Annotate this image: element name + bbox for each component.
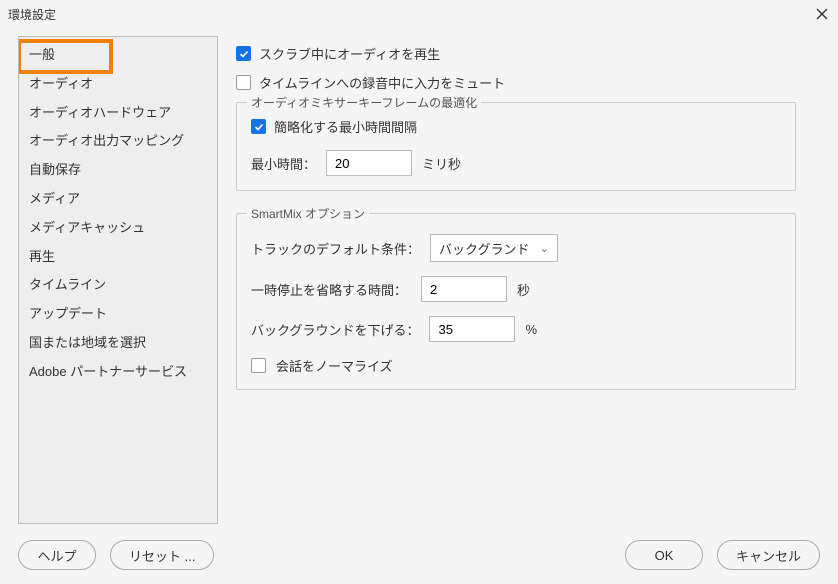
help-button[interactable]: ヘルプ — [18, 540, 96, 570]
reduce-checkbox[interactable] — [251, 119, 266, 134]
sidebar-item-audio-output-mapping[interactable]: オーディオ出力マッピング — [19, 127, 217, 156]
sidebar-item-timeline[interactable]: タイムライン — [19, 271, 217, 300]
scrub-audio-label: スクラブ中にオーディオを再生 — [259, 44, 440, 63]
min-time-unit: ミリ秒 — [422, 154, 461, 173]
min-time-label: 最小時間： — [251, 154, 316, 173]
sidebar-item-partner-services[interactable]: Adobe パートナーサービス — [19, 358, 217, 387]
scrub-audio-checkbox[interactable] — [236, 46, 251, 61]
sidebar-item-media-cache[interactable]: メディアキャッシュ — [19, 214, 217, 243]
bg-down-input[interactable] — [429, 316, 515, 342]
sidebar-item-updates[interactable]: アップデート — [19, 300, 217, 329]
sidebar-item-playback[interactable]: 再生 — [19, 243, 217, 272]
sidebar-item-general[interactable]: 一般 — [19, 41, 217, 70]
ok-button[interactable]: OK — [625, 540, 703, 570]
sidebar-item-region[interactable]: 国または地域を選択 — [19, 329, 217, 358]
pause-skip-input[interactable] — [421, 276, 507, 302]
bg-down-label: バックグラウンドを下げる： — [251, 320, 419, 339]
normalize-checkbox[interactable] — [251, 358, 266, 373]
min-time-input[interactable] — [326, 150, 412, 176]
track-default-select[interactable]: バックグランド ⌄ — [430, 234, 558, 262]
bg-down-unit: % — [525, 322, 537, 337]
mute-input-label: タイムラインへの録音中に入力をミュート — [259, 73, 505, 92]
pause-skip-unit: 秒 — [517, 280, 530, 299]
sidebar-item-audio[interactable]: オーディオ — [19, 70, 217, 99]
reset-button[interactable]: リセット ... — [110, 540, 214, 570]
sidebar-item-audio-hardware[interactable]: オーディオハードウェア — [19, 99, 217, 128]
sidebar-item-media[interactable]: メディア — [19, 185, 217, 214]
sidebar: 一般 オーディオ オーディオハードウェア オーディオ出力マッピング 自動保存 メ… — [18, 36, 218, 524]
main-panel: スクラブ中にオーディオを再生 タイムラインへの録音中に入力をミュート オーディオ… — [236, 36, 824, 524]
reduce-label: 簡略化する最小時間間隔 — [274, 117, 417, 136]
pause-skip-label: 一時停止を省略する時間： — [251, 280, 411, 299]
cancel-button[interactable]: キャンセル — [717, 540, 820, 570]
sidebar-item-auto-save[interactable]: 自動保存 — [19, 156, 217, 185]
chevron-down-icon: ⌄ — [540, 242, 549, 255]
mute-input-checkbox[interactable] — [236, 75, 251, 90]
track-default-value: バックグランド — [439, 239, 529, 258]
track-default-label: トラックのデフォルト条件： — [251, 239, 420, 258]
normalize-label: 会話をノーマライズ — [276, 356, 393, 375]
mixer-keyframe-group: オーディオミキサーキーフレームの最適化 簡略化する最小時間間隔 最小時間： ミリ… — [236, 102, 796, 191]
close-icon[interactable] — [814, 6, 830, 22]
window-title: 環境設定 — [8, 6, 56, 23]
mixer-group-legend: オーディオミキサーキーフレームの最適化 — [247, 94, 481, 111]
smartmix-group: SmartMix オプション トラックのデフォルト条件： バックグランド ⌄ 一… — [236, 213, 796, 390]
smartmix-legend: SmartMix オプション — [247, 205, 369, 222]
